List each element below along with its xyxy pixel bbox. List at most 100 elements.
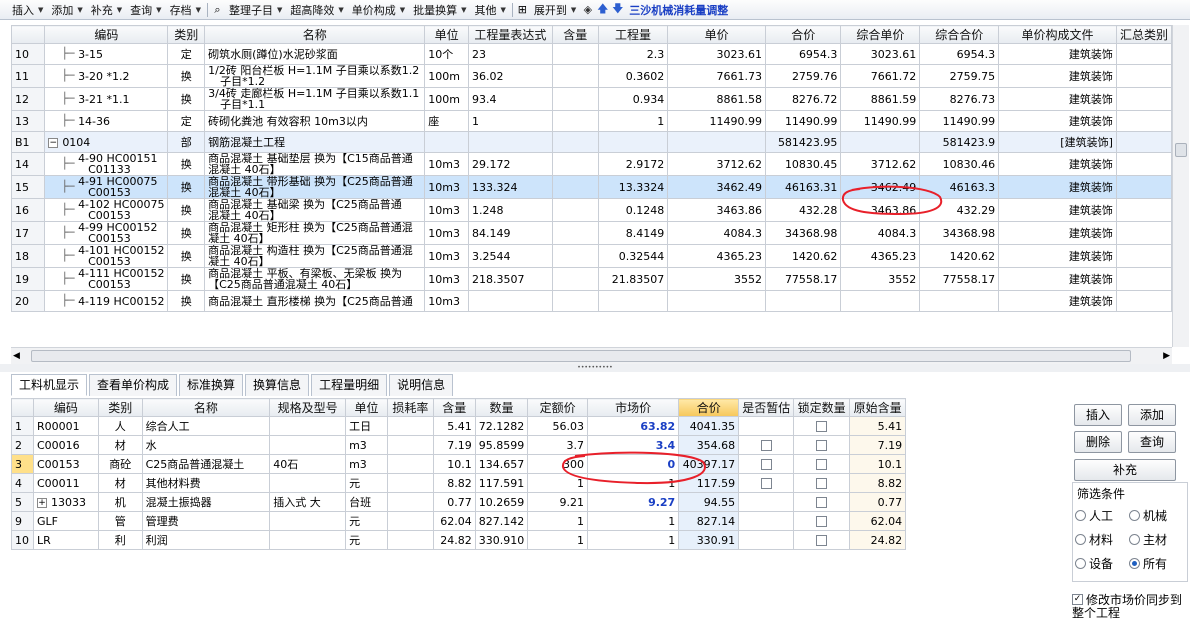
cell-price[interactable]: 3712.62 (667, 152, 766, 176)
table-row[interactable]: 15 ├─ 4-91 HC00075 C00153 换商品混凝土 带形基础 换为【C2… (11, 175, 1172, 199)
cell-total[interactable]: 46163.31 (764, 175, 842, 199)
cell-total[interactable]: 2759.76 (764, 64, 842, 88)
cell-type[interactable]: 利 (97, 530, 143, 550)
cell-type[interactable]: 材 (97, 473, 143, 493)
resource-row[interactable]: 10 LR 利利润元 24.82 330.910 1 1 330.91 24.82 (11, 530, 931, 550)
cell-name[interactable]: 砌筑水厕(蹲位)水泥砂浆面 (204, 43, 426, 65)
cell-ctotal[interactable]: 8276.73 (919, 87, 1000, 111)
cell-cprice[interactable] (840, 290, 921, 312)
cell-est[interactable] (738, 416, 795, 436)
cell-total[interactable] (764, 290, 842, 312)
cell-content[interactable] (551, 175, 599, 199)
cell-unit[interactable]: 元 (345, 473, 388, 493)
cell-qty[interactable]: 0.3602 (597, 64, 669, 88)
cell-name[interactable]: 商品混凝土 基础垫层 换为【C15商品普通 混凝土 40石】 (204, 152, 426, 176)
toolbar-3-button[interactable]: 查询 ▼ (126, 1, 165, 19)
radio-icon[interactable] (1129, 534, 1140, 545)
cell-sum[interactable] (1115, 267, 1172, 291)
radio-icon[interactable] (1075, 510, 1086, 521)
cell-cprice[interactable]: 3462.49 (840, 175, 921, 199)
toolbar-2-button[interactable]: 补充 ▼ (87, 1, 126, 19)
table-row[interactable]: 20 ├─ 4-119 HC00152 换商品混凝土 直形楼梯 换为【C25商品普通… (11, 290, 1172, 312)
cell-file[interactable]: 建筑装饰 (998, 152, 1117, 176)
horizontal-scroll-thumb[interactable] (31, 350, 1131, 362)
cell-spec[interactable] (269, 435, 347, 455)
cell-name[interactable]: 商品混凝土 矩形柱 换为【C25商品普通混 凝土 40石】 (204, 221, 426, 245)
cell-code[interactable]: ├─ 14-36 (44, 110, 169, 132)
cell-file[interactable]: 建筑装饰 (998, 43, 1117, 65)
cell-name[interactable]: 1/2砖 阳台栏板 H=1.1M 子目乘以系数1.2 子目*1.2 (204, 64, 426, 88)
cell-code[interactable]: ├─ 4-91 HC00075 C00153 (44, 175, 169, 199)
cell-type[interactable]: 商砼 (97, 454, 143, 474)
resource-header-1[interactable]: 编码 (32, 398, 99, 417)
table-row[interactable]: 13 ├─ 14-36 定砖砌化粪池 有效容积 10m3以内座 1 1 11490.99 1… (11, 110, 1172, 132)
cell-expr[interactable]: 3.2544 (467, 244, 553, 268)
cell-total[interactable]: 330.91 (678, 530, 740, 550)
cell-sum[interactable] (1115, 290, 1172, 312)
cell-qty[interactable]: 117.591 (474, 473, 529, 493)
cell-market[interactable]: 1 (586, 530, 680, 550)
tab-3[interactable]: 换算信息 (245, 374, 310, 396)
cell-price[interactable]: 4084.3 (667, 221, 766, 245)
toolbar-7-button[interactable]: 单价构成 ▼ (348, 1, 409, 19)
top-header-12[interactable]: 单价构成文件 (998, 25, 1117, 44)
cell-sum[interactable] (1115, 221, 1172, 245)
cell-ctotal[interactable]: 432.29 (919, 198, 1000, 222)
cell-loss[interactable] (386, 454, 434, 474)
cell-loss[interactable] (386, 492, 434, 512)
cell-est[interactable] (738, 435, 795, 455)
table-row[interactable]: 19 ├─ 4-111 HC00152 C00153 换商品混凝土 平板、有梁板、无梁… (11, 267, 1172, 291)
lock-checkbox[interactable] (816, 439, 828, 451)
cell-cprice[interactable]: 3023.61 (840, 43, 921, 65)
cell-type[interactable]: 换 (167, 152, 206, 176)
row-number[interactable]: 18 (11, 244, 46, 268)
table-row[interactable]: 12 ├─ 3-21 *1.1 换 3/4砖 走廊栏板 H=1.1M 子目乘以系数1.… (11, 87, 1172, 111)
filter-radio-5[interactable]: 所有 (1129, 555, 1167, 572)
cell-ctotal[interactable]: 2759.75 (919, 64, 1000, 88)
cell-unit[interactable]: 100m (424, 87, 469, 111)
cell-unit[interactable] (424, 131, 469, 153)
cell-quota[interactable]: 3.7 (527, 435, 588, 455)
radio-icon[interactable] (1075, 534, 1086, 545)
tab-2[interactable]: 标准换算 (179, 374, 244, 396)
cell-content[interactable] (551, 221, 599, 245)
cell-market[interactable]: 9.27 (586, 492, 680, 512)
cell-total[interactable]: 40397.17 (678, 454, 740, 474)
cell-orig[interactable]: 0.77 (849, 492, 907, 512)
cell-expr[interactable]: 1 (467, 110, 553, 132)
cell-market[interactable]: 0 (586, 454, 680, 474)
cell-cprice[interactable]: 4365.23 (840, 244, 921, 268)
resource-row[interactable]: 2 C00016 材水 m3 7.19 95.8599 3.7 3.4 354.68 7.19 (11, 435, 931, 455)
cell-name[interactable]: 商品混凝土 基础梁 换为【C25商品普通 混凝土 40石】 (204, 198, 426, 222)
cell-unit[interactable]: 10m3 (424, 175, 469, 199)
cell-code[interactable]: ├─ 4-99 HC00152 C00153 (44, 221, 169, 245)
move-down-icon[interactable]: 🡇 (610, 0, 625, 19)
cell-code[interactable]: C00016 (32, 435, 99, 455)
cell-qty[interactable]: 2.9172 (597, 152, 669, 176)
cell-code[interactable]: GLF (32, 511, 99, 531)
cell-price[interactable]: 11490.99 (667, 110, 766, 132)
cell-orig[interactable]: 62.04 (849, 511, 907, 531)
radio-icon[interactable] (1129, 558, 1140, 569)
cell-code[interactable]: ├─ 4-102 HC00075 C00153 (44, 198, 169, 222)
cell-total[interactable]: 94.55 (678, 492, 740, 512)
cell-lock[interactable] (793, 435, 851, 455)
cell-spec[interactable]: 插入式 大 (269, 492, 347, 512)
cell-ctotal[interactable]: 77558.17 (919, 267, 1000, 291)
lock-checkbox[interactable] (816, 515, 828, 527)
cell-type[interactable]: 定 (167, 110, 206, 132)
top-header-0[interactable] (11, 25, 46, 44)
cell-price[interactable]: 3552 (667, 267, 766, 291)
radio-icon[interactable] (1129, 510, 1140, 521)
cell-unit[interactable]: 100m (424, 64, 469, 88)
cell-market[interactable]: 63.82 (586, 416, 680, 436)
cell-name[interactable]: 综合人工 (141, 416, 271, 436)
cell-qty[interactable]: 0.934 (597, 87, 669, 111)
cell-content[interactable] (551, 267, 599, 291)
cell-ctotal[interactable]: 34368.98 (919, 221, 1000, 245)
cell-expr[interactable] (467, 290, 553, 312)
cell-est[interactable] (738, 511, 795, 531)
cell-code[interactable]: ├─ 3-20 *1.2 (44, 64, 169, 88)
cell-name[interactable]: 混凝土振捣器 (141, 492, 271, 512)
cell-type[interactable]: 定 (167, 43, 206, 65)
